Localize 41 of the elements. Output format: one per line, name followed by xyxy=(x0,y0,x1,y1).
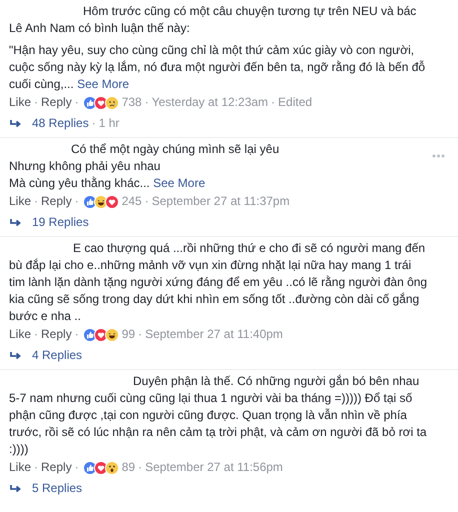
more-options-icon[interactable] xyxy=(432,154,445,158)
replies-link[interactable]: 4 Replies xyxy=(32,347,82,364)
separator-dot: · xyxy=(271,94,276,111)
replies-link[interactable]: 19 Replies xyxy=(32,214,89,231)
comment-action-link[interactable]: Reply xyxy=(41,94,72,111)
comment-text: Nhưng không phải yêu nhau xyxy=(9,158,162,175)
reply-arrow-icon xyxy=(10,120,21,128)
comment-text: Hôm trước cũng có một câu chuyện tương tự trên NEU và bác Lê Anh Nam có bình luận thế này: xyxy=(9,3,418,37)
comment-action-link[interactable]: Like xyxy=(9,459,32,476)
separator-dot: · xyxy=(144,193,149,210)
see-more-link[interactable]: See More xyxy=(77,77,130,91)
separator-dot: · xyxy=(34,193,38,210)
separator-dot: · xyxy=(138,326,142,343)
separator-dot: · xyxy=(34,94,38,111)
comment-action-link[interactable]: Reply xyxy=(41,459,72,476)
comment-action-link[interactable]: Like xyxy=(9,193,32,210)
replies-link[interactable]: 48 Replies xyxy=(32,115,89,132)
replies-time: 1 hr xyxy=(98,115,120,132)
see-more-link[interactable]: See More xyxy=(153,176,206,190)
comment-text: Duyên phận là thế. Có những người gắn bó bên nhau 5-7 nam nhưng cuối cùng cũng lại thua 1 người vài ba tháng =))))) Đổ tại số phận cũng được ,tại con người cũng được. Quan trọng là vẫn nhìn về phía trước, rồi sẽ có lúc nhận ra nên cảm tạ trời phật, và cảm ơn người đã bỏ rơi ta :)))) xyxy=(9,373,428,458)
separator-dot: · xyxy=(34,326,38,343)
separator-dot: · xyxy=(74,326,79,343)
comment-action-link[interactable]: Reply xyxy=(41,326,72,343)
reply-arrow-icon xyxy=(10,352,21,360)
replies-link[interactable]: 5 Replies xyxy=(32,480,82,497)
separator-dot: · xyxy=(144,94,149,111)
comment-action-link[interactable]: Like xyxy=(9,94,32,111)
separator-dot: · xyxy=(74,459,79,476)
reply-arrow-icon xyxy=(10,484,21,492)
comment-text: E cao thượng quá ...rồi những thứ e cho đi sẽ có người mang đến bù đắp lại cho e..những mảnh vỡ vụn xin đừng nhặt lại nữa hay mang 1 trái tim lành lặn dành tặng người xứng đáng để em yêu ..có lẽ rằng người đàn ông kia cũng sẽ sống trong day dứt khi nhìn em sống tốt ..đường còn dài cố gắng bước e nha .. xyxy=(9,240,428,325)
comment-action-link[interactable]: Like xyxy=(9,326,32,343)
separator-dot: · xyxy=(74,193,79,210)
comment-text: "Hận hay yêu, suy cho cùng cũng chỉ là một thứ cảm xúc giày vò con người, cuộc sống này kỳ lạ lắm, nó đưa một người đến bên ta, ngỡ rằng đó là bến đỗ cuối cùng,... See More xyxy=(9,42,426,93)
comment-text: Có thể một ngày chúng mình sẽ lại yêu xyxy=(70,141,280,158)
separator-dot: · xyxy=(92,115,96,132)
reply-arrow-icon xyxy=(10,218,21,226)
comment-action-link[interactable]: Reply xyxy=(41,193,72,210)
separator-dot: · xyxy=(138,459,142,476)
separator-dot: · xyxy=(74,94,79,111)
comment-text: Mà cùng yêu thằng khác... See More xyxy=(9,175,206,192)
separator-dot: · xyxy=(34,459,38,476)
